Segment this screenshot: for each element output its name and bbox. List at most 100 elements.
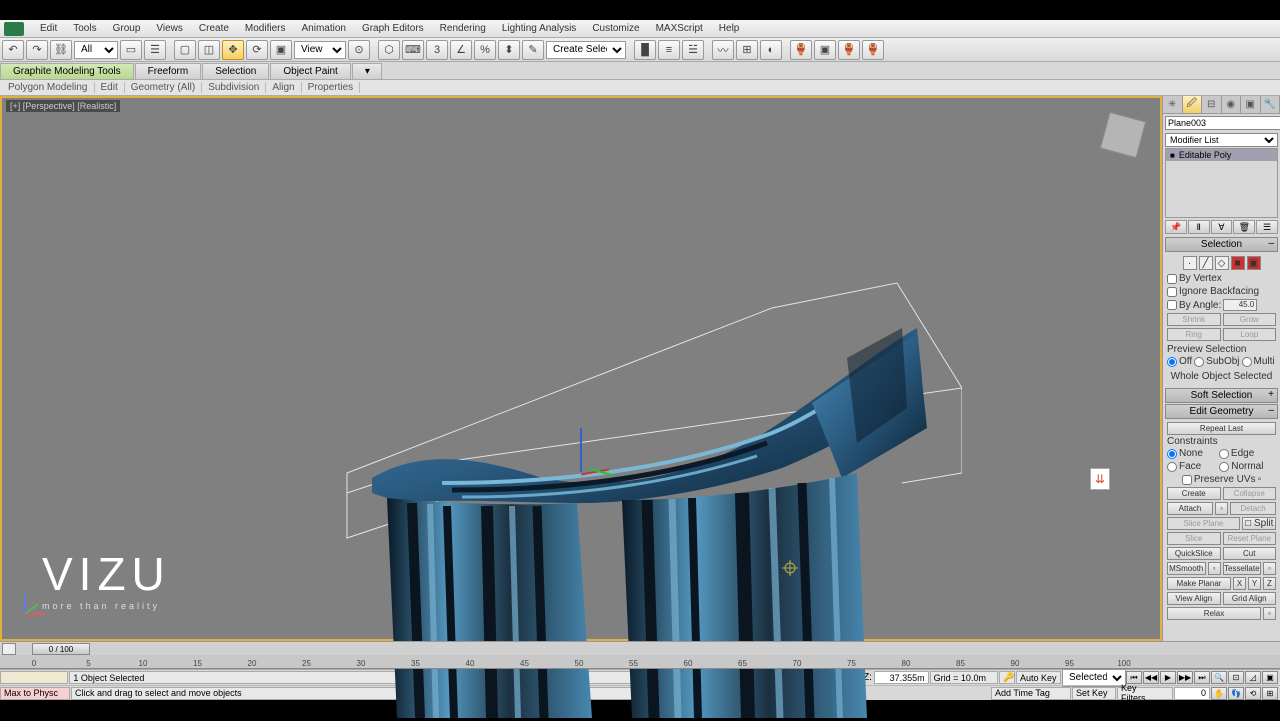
subobj-vertex-button[interactable]: ·	[1183, 256, 1197, 270]
constraint-normal-radio[interactable]	[1219, 462, 1229, 472]
key-mode-icon[interactable]: 🔑	[999, 671, 1015, 684]
transform-gizmo[interactable]	[574, 428, 624, 498]
menu-customize[interactable]: Customize	[584, 23, 647, 34]
maxscript-mini-listener[interactable]	[0, 671, 68, 684]
link-button[interactable]: ⛓	[50, 40, 72, 60]
object-name-input[interactable]	[1165, 116, 1280, 130]
show-end-result-button[interactable]: Ⅱ	[1188, 220, 1210, 234]
select-rect-button[interactable]: ▢	[174, 40, 196, 60]
preview-subobj-radio[interactable]	[1194, 357, 1204, 367]
subobj-element-button[interactable]: ▣	[1247, 256, 1261, 270]
relax-button[interactable]: Relax	[1167, 607, 1261, 620]
select-scale-button[interactable]: ▣	[270, 40, 292, 60]
reset-plane-button[interactable]: Reset Plane	[1223, 532, 1277, 545]
render-production-button[interactable]: 🏺	[838, 40, 860, 60]
menu-group[interactable]: Group	[105, 23, 149, 34]
key-filter-dropdown[interactable]: Selected	[1062, 669, 1126, 687]
tab-graphite-modeling[interactable]: Graphite Modeling Tools	[0, 63, 134, 79]
subobj-polygon-button[interactable]: ■	[1231, 256, 1245, 270]
set-key-button[interactable]: Set Key	[1072, 687, 1116, 700]
cut-button[interactable]: Cut	[1223, 547, 1277, 560]
planar-y-button[interactable]: Y	[1248, 577, 1261, 590]
angle-snap-button[interactable]: ∠	[450, 40, 472, 60]
edit-named-sel-button[interactable]: ✎	[522, 40, 544, 60]
configure-sets-button[interactable]: ☰	[1256, 220, 1278, 234]
key-filters-button[interactable]: Key Filters...	[1117, 687, 1173, 700]
slice-button[interactable]: Slice	[1167, 532, 1221, 545]
menu-lighting-analysis[interactable]: Lighting Analysis	[494, 23, 585, 34]
make-planar-button[interactable]: Make Planar	[1167, 577, 1231, 590]
snap-toggle-button[interactable]: 3	[426, 40, 448, 60]
by-angle-spinner[interactable]: 45.0	[1223, 299, 1257, 311]
menu-rendering[interactable]: Rendering	[432, 23, 494, 34]
curve-editor-button[interactable]: 〰	[712, 40, 734, 60]
time-config-icon[interactable]	[2, 643, 16, 655]
render-iterative-button[interactable]: 🏺	[862, 40, 884, 60]
tab-freeform[interactable]: Freeform	[135, 63, 202, 79]
material-editor-button[interactable]: ◐	[760, 40, 782, 60]
rollout-edit-geometry[interactable]: Edit Geometry–	[1165, 404, 1278, 419]
ribbon-properties[interactable]: Properties	[302, 82, 361, 93]
viewport-fov-button[interactable]: ◿	[1245, 671, 1261, 684]
select-object-button[interactable]: ▭	[120, 40, 142, 60]
time-slider-handle[interactable]: 0 / 100	[32, 643, 90, 655]
ribbon-geometry-all[interactable]: Geometry (All)	[125, 82, 202, 93]
hierarchy-panel-tab[interactable]: ⊟	[1202, 96, 1222, 113]
tab-selection[interactable]: Selection	[202, 63, 269, 79]
auto-key-button[interactable]: Auto Key	[1016, 671, 1061, 684]
make-unique-button[interactable]: ∀	[1211, 220, 1233, 234]
goto-end-button[interactable]: ⏭	[1194, 671, 1210, 684]
modify-panel-tab[interactable]: 🖉	[1183, 96, 1203, 113]
viewport-maximize-button[interactable]: ⊞	[1262, 687, 1278, 700]
menu-animation[interactable]: Animation	[293, 23, 353, 34]
view-align-button[interactable]: View Align	[1167, 592, 1221, 605]
ribbon-subdivision[interactable]: Subdivision	[202, 82, 266, 93]
preserve-uvs-settings-button[interactable]: ▫	[1258, 474, 1262, 485]
keyboard-shortcut-button[interactable]: ⌨	[402, 40, 424, 60]
menu-tools[interactable]: Tools	[65, 23, 104, 34]
by-vertex-checkbox[interactable]	[1167, 274, 1177, 284]
viewport-zoom-extents-button[interactable]: ▣	[1262, 671, 1278, 684]
window-crossing-button[interactable]: ◫	[198, 40, 220, 60]
collapse-button[interactable]: Collapse	[1223, 487, 1277, 500]
menu-maxscript[interactable]: MAXScript	[648, 23, 711, 34]
current-frame-spinner[interactable]: 0	[1174, 687, 1210, 700]
viewport-panel-toggle-icon[interactable]: ⇊	[1090, 468, 1110, 490]
viewport-zoom-all-button[interactable]: ⊡	[1228, 671, 1244, 684]
create-button[interactable]: Create	[1167, 487, 1221, 500]
ignore-backfacing-checkbox[interactable]	[1167, 287, 1177, 297]
pin-stack-button[interactable]: 📌	[1165, 220, 1187, 234]
msmooth-button[interactable]: MSmooth	[1167, 562, 1206, 575]
grid-align-button[interactable]: Grid Align	[1223, 592, 1277, 605]
select-rotate-button[interactable]: ⟳	[246, 40, 268, 60]
detach-button[interactable]: Detach	[1230, 502, 1276, 515]
viewport-label[interactable]: [+] [Perspective] [Realistic]	[6, 100, 120, 112]
create-panel-tab[interactable]: ✳	[1163, 96, 1183, 113]
tessellate-settings-button[interactable]: ▫	[1263, 562, 1276, 575]
pivot-button[interactable]: ⊙	[348, 40, 370, 60]
menu-create[interactable]: Create	[191, 23, 237, 34]
constraint-none-radio[interactable]	[1167, 449, 1177, 459]
ribbon-polygon-modeling[interactable]: Polygon Modeling	[2, 82, 95, 93]
menu-views[interactable]: Views	[148, 23, 191, 34]
render-setup-button[interactable]: 🏺	[790, 40, 812, 60]
next-frame-button[interactable]: ▶▶	[1177, 671, 1193, 684]
maxscript-mini-output[interactable]: Max to Physc	[0, 687, 70, 700]
manipulate-button[interactable]: ⬡	[378, 40, 400, 60]
tab-object-paint[interactable]: Object Paint	[270, 63, 350, 79]
viewport-walk-button[interactable]: 👣	[1228, 687, 1244, 700]
shrink-button[interactable]: Shrink	[1167, 313, 1221, 326]
quickslice-button[interactable]: QuickSlice	[1167, 547, 1221, 560]
utilities-panel-tab[interactable]: 🔧	[1261, 96, 1280, 113]
menu-edit[interactable]: Edit	[32, 23, 65, 34]
attach-list-button[interactable]: ▫	[1215, 502, 1228, 515]
mirror-button[interactable]: ▐▌	[634, 40, 656, 60]
attach-button[interactable]: Attach	[1167, 502, 1213, 515]
timeline-ruler[interactable]: 0510152025303540455055606570758085909510…	[0, 655, 1280, 669]
split-checkbox[interactable]: ☐ Split	[1242, 517, 1276, 530]
ring-button[interactable]: Ring	[1167, 328, 1221, 341]
viewport-zoom-button[interactable]: 🔍	[1211, 671, 1227, 684]
named-selection-dropdown[interactable]: Create Selection Se	[546, 41, 626, 59]
msmooth-settings-button[interactable]: ▫	[1208, 562, 1221, 575]
app-icon[interactable]	[4, 22, 24, 36]
